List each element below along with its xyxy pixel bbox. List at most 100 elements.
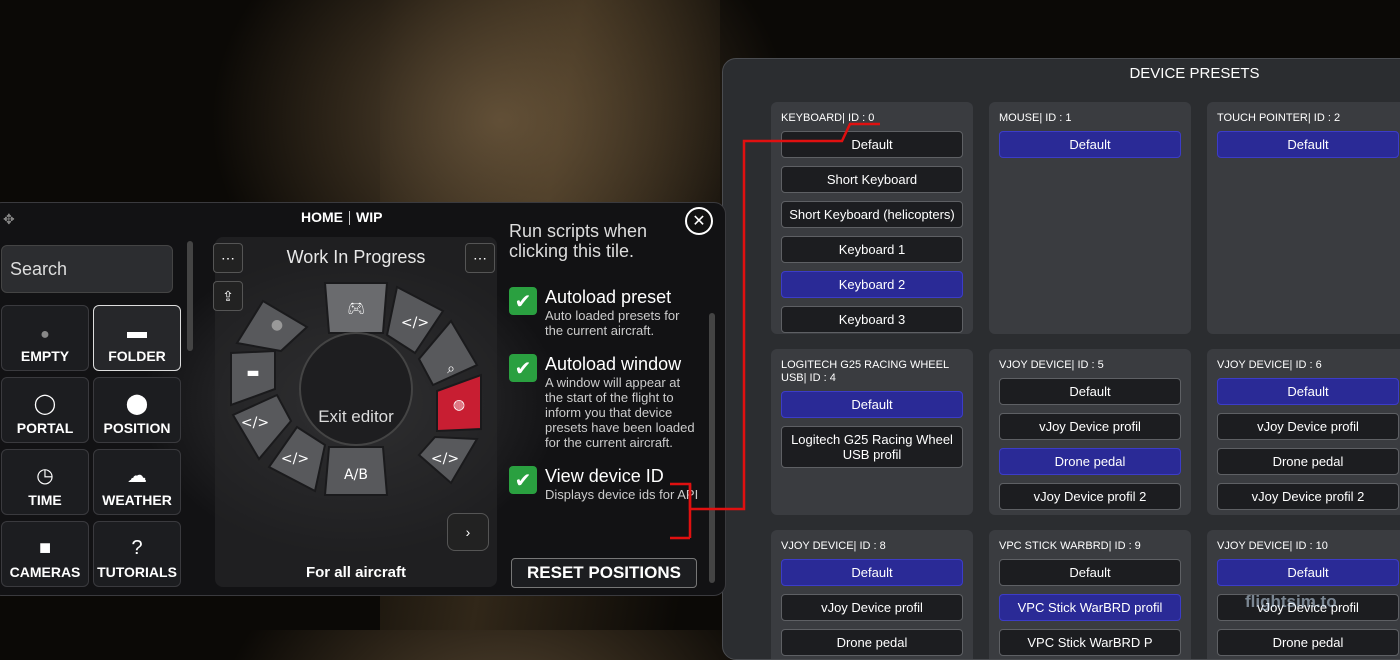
gamepad-icon: 🎮︎: [347, 301, 365, 317]
preset-button-selected[interactable]: Default: [1217, 378, 1399, 405]
preset-button-selected[interactable]: Drone pedal: [999, 448, 1181, 475]
preset-button[interactable]: vJoy Device profil 2: [999, 483, 1181, 510]
device-card-vpc-stick: VPC STICK WARBRD| ID : 9 Default VPC Sti…: [989, 530, 1191, 659]
search-placeholder: Search: [10, 258, 68, 279]
device-card-touch-pointer: TOUCH POINTER| ID : 2 Default: [1207, 102, 1400, 334]
preset-button[interactable]: Keyboard 1: [781, 236, 963, 263]
preset-button-selected[interactable]: Default: [999, 131, 1181, 158]
preset-button[interactable]: Default: [781, 131, 963, 158]
device-presets-title: DEVICE PRESETS: [1129, 65, 1260, 82]
checkbox-checked-icon[interactable]: ✔: [509, 354, 537, 382]
dot-icon: ●: [40, 326, 50, 343]
option-view-device-id[interactable]: ✔ View device ID Displays device ids for…: [509, 466, 699, 502]
tab-separator: [349, 211, 350, 225]
preset-button-selected[interactable]: VPC Stick WarBRD profil: [999, 594, 1181, 621]
option-desc: A window will appear at the start of the…: [545, 375, 695, 450]
preset-button[interactable]: Keyboard 3: [781, 306, 963, 333]
run-scripts-text: Run scripts when clicking this tile.: [509, 221, 648, 261]
code-icon: </>: [281, 451, 309, 467]
gamepad-icon: ◍: [453, 397, 465, 413]
preset-button-selected[interactable]: Default: [1217, 559, 1399, 586]
tile-folder[interactable]: ▬ FOLDER: [93, 305, 181, 371]
preset-button[interactable]: Short Keyboard: [781, 166, 963, 193]
checkbox-checked-icon[interactable]: ✔: [509, 466, 537, 494]
dot-icon: ●: [271, 317, 283, 333]
ab-icon: A/B: [344, 467, 368, 483]
tile-label: POSITION: [103, 420, 171, 436]
option-title: Autoload window: [545, 354, 682, 374]
device-name: VJOY DEVICE| ID : 6: [1217, 359, 1322, 371]
tab-wip[interactable]: WIP: [356, 209, 382, 225]
option-desc: Displays device ids for API: [545, 487, 699, 502]
device-name: MOUSE| ID : 1: [999, 112, 1072, 124]
preset-button-selected[interactable]: Default: [781, 391, 963, 418]
device-name: VPC STICK WARBRD| ID : 9: [999, 540, 1141, 552]
device-card-logitech-g25: LOGITECH G25 RACING WHEEL USB| ID : 4 De…: [771, 349, 973, 515]
tile-cameras[interactable]: ■ CAMERAS: [1, 521, 89, 587]
preset-button-selected[interactable]: Default: [1217, 131, 1399, 158]
preset-button-selected[interactable]: Default: [781, 559, 963, 586]
reset-positions-button[interactable]: RESET POSITIONS: [511, 558, 697, 588]
preset-button[interactable]: Default: [999, 378, 1181, 405]
preset-button[interactable]: vJoy Device profil: [999, 413, 1181, 440]
options-scrollbar[interactable]: [709, 313, 715, 583]
device-card-vjoy-5: VJOY DEVICE| ID : 5 Default vJoy Device …: [989, 349, 1191, 515]
search-input[interactable]: Search: [1, 245, 173, 293]
wheel-center-hub: [299, 332, 413, 446]
device-name: TOUCH POINTER| ID : 2: [1217, 112, 1341, 124]
device-name: VJOY DEVICE| ID : 5: [999, 359, 1104, 371]
code-icon: </>: [401, 315, 429, 331]
weather-icon: ☁: [127, 465, 147, 487]
tile-position[interactable]: ⬤ POSITION: [93, 377, 181, 443]
folder-icon: ▬: [246, 365, 259, 381]
preset-button[interactable]: Default: [999, 559, 1181, 586]
tile-time[interactable]: ◷ TIME: [1, 449, 89, 515]
preset-button[interactable]: vJoy Device profil 2: [1217, 483, 1399, 510]
device-name: LOGITECH G25 RACING WHEEL USB| ID : 4: [781, 359, 949, 384]
preset-button[interactable]: Logitech G25 Racing Wheel USB profil: [781, 426, 963, 468]
tile-label: FOLDER: [108, 348, 166, 364]
wheel-title: Work In Progress: [286, 247, 426, 267]
device-card-mouse: MOUSE| ID : 1 Default: [989, 102, 1191, 334]
tile-portal[interactable]: ◯ PORTAL: [1, 377, 89, 443]
folder-icon: ▬: [127, 321, 147, 343]
raise-wheel-icon[interactable]: ⋯: [465, 243, 495, 273]
option-desc: Auto loaded presets for the current airc…: [545, 308, 680, 338]
clock-icon: ◷: [36, 465, 54, 487]
tile-label: WEATHER: [102, 492, 172, 508]
option-autoload-window[interactable]: ✔ Autoload window A window will appear a…: [509, 354, 699, 450]
code-icon: </>: [431, 451, 459, 467]
preset-button[interactable]: Drone pedal: [1217, 448, 1399, 475]
tile-editor-panel: ✥ HOME WIP ✕ Search ● EMPTY ▬ FOLDER ◯ P…: [0, 202, 726, 596]
tile-label: EMPTY: [20, 348, 70, 364]
tile-weather[interactable]: ☁ WEATHER: [93, 449, 181, 515]
preset-button-selected[interactable]: Keyboard 2: [781, 271, 963, 298]
chevron-right-icon[interactable]: ›: [447, 513, 489, 551]
tile-label: CAMERAS: [9, 564, 81, 580]
lower-wheel-icon[interactable]: ⋯: [213, 243, 243, 273]
map-pin-icon: ⬤: [125, 393, 149, 415]
search-icon: ⌕: [447, 361, 455, 377]
code-icon: </>: [241, 415, 269, 431]
preset-button[interactable]: Drone pedal: [1217, 629, 1399, 656]
preset-button[interactable]: vJoy Device profil: [1217, 413, 1399, 440]
device-card-vjoy-8: VJOY DEVICE| ID : 8 Default vJoy Device …: [771, 530, 973, 659]
exit-editor-button[interactable]: Exit editor: [301, 407, 411, 427]
preset-button[interactable]: VPC Stick WarBRD P: [999, 629, 1181, 656]
checkbox-checked-icon[interactable]: ✔: [509, 287, 537, 315]
device-name: VJOY DEVICE| ID : 10: [1217, 540, 1328, 552]
device-presets-panel: DEVICE PRESETS KEYBOARD| ID : 0 Default …: [722, 58, 1400, 660]
tile-label: TIME: [28, 492, 62, 508]
tab-home[interactable]: HOME: [301, 209, 343, 225]
tile-options: Run scripts when clicking this tile. ✔ A…: [509, 221, 699, 502]
tile-empty[interactable]: ● EMPTY: [1, 305, 89, 371]
tile-tutorials[interactable]: ? TUTORIALS: [93, 521, 181, 587]
preset-button[interactable]: vJoy Device profil: [781, 594, 963, 621]
tile-list-scrollbar[interactable]: [187, 241, 193, 351]
move-handle-icon[interactable]: ✥: [3, 211, 15, 228]
preset-button[interactable]: Drone pedal: [781, 629, 963, 656]
option-autoload-preset[interactable]: ✔ Autoload preset Auto loaded presets fo…: [509, 287, 699, 338]
wheel-editor: Work In Progress ⋯ ⇪ ⋯ 🎮︎ </> ⌕ ◍ </> A/…: [213, 237, 497, 587]
device-card-keyboard: KEYBOARD| ID : 0 Default Short Keyboard …: [771, 102, 973, 334]
preset-button[interactable]: Short Keyboard (helicopters): [781, 201, 963, 228]
